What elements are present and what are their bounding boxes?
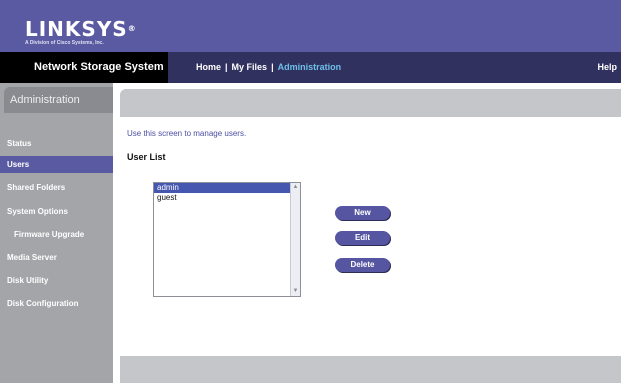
content-header-bar [120,89,621,117]
intro-text: Use this screen to manage users. [127,129,247,138]
sidebar-item-media-server[interactable]: Media Server [0,249,113,266]
user-list-title: User List [127,152,166,162]
nav-separator: | [271,62,274,72]
sidebar-item-firmware-upgrade[interactable]: Firmware Upgrade [0,226,113,243]
sidebar: Administration Status Users Shared Folde… [0,83,113,383]
sidebar-item-users[interactable]: Users [0,156,113,173]
listbox-scrollbar[interactable]: ▲ ▼ [290,183,300,296]
scroll-up-icon[interactable]: ▲ [291,183,300,192]
sidebar-item-disk-configuration[interactable]: Disk Configuration [0,295,113,312]
nav-my-files-link[interactable]: My Files [232,62,268,72]
nav-home-link[interactable]: Home [196,62,221,72]
user-row-guest[interactable]: guest [154,193,290,203]
nav-separator: | [225,62,228,72]
header-band: LINKSYS® A Division of Cisco Systems, In… [0,0,621,52]
top-nav-band: Network Storage System Home | My Files | Adm… [0,52,621,83]
sidebar-item-disk-utility[interactable]: Disk Utility [0,272,113,289]
edit-user-button[interactable]: Edit [335,231,390,245]
new-user-button[interactable]: New [335,206,390,220]
registered-mark: ® [127,24,137,33]
product-title: Network Storage System [0,52,168,83]
delete-user-button[interactable]: Delete [335,258,390,272]
sidebar-item-system-options[interactable]: System Options [0,203,113,220]
sidebar-item-status[interactable]: Status [0,135,113,152]
help-link[interactable]: Help [597,52,617,83]
brand-name: LINKSYS [25,17,128,41]
user-listbox-items: admin guest [154,183,290,296]
user-listbox[interactable]: admin guest ▲ ▼ [153,182,301,297]
sidebar-item-shared-folders[interactable]: Shared Folders [0,179,113,196]
top-nav: Home | My Files | Administration [196,52,341,83]
scroll-down-icon[interactable]: ▼ [291,287,300,296]
linksys-logo: LINKSYS® A Division of Cisco Systems, In… [25,19,137,46]
user-row-admin[interactable]: admin [154,183,290,193]
nav-administration-link[interactable]: Administration [278,62,342,72]
content-footer-bar [120,356,621,383]
sidebar-title: Administration [4,87,113,113]
